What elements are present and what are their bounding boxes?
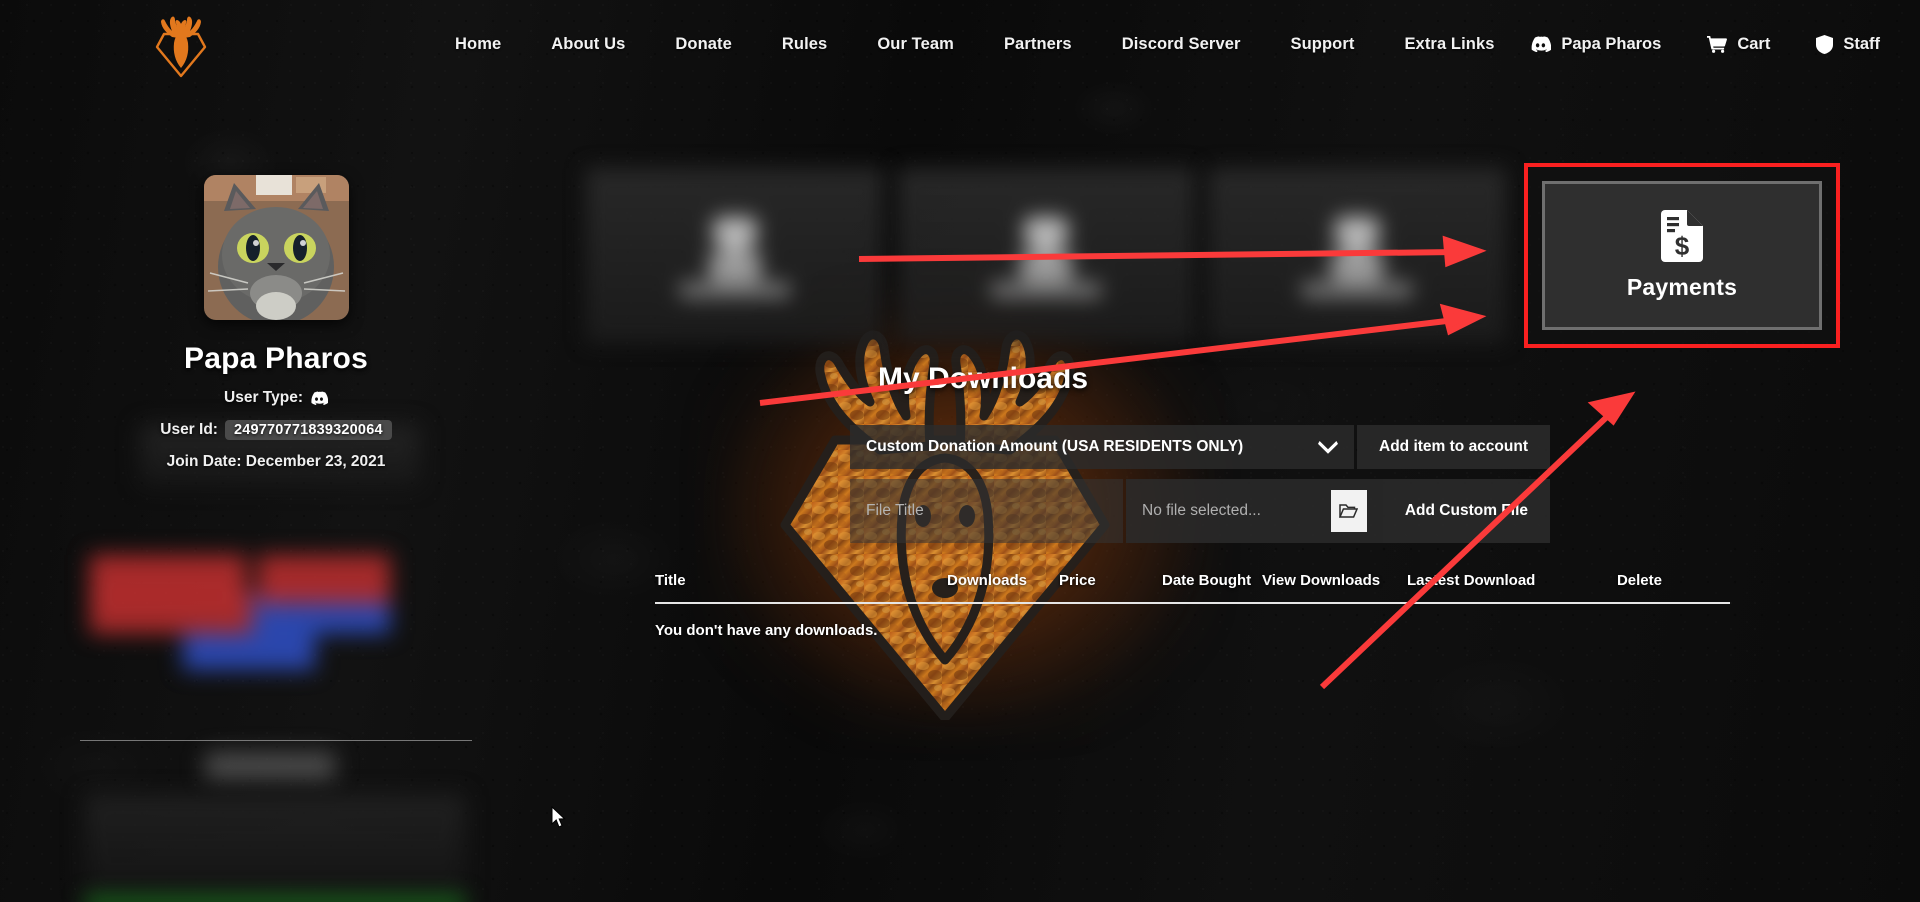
nav-link-rules[interactable]: Rules bbox=[757, 35, 852, 54]
nav-links: Home About Us Donate Rules Our Team Part… bbox=[430, 0, 1520, 88]
profile-user-type-label: User Type: bbox=[224, 389, 303, 406]
downloads-table: Title Downloads Price Date Bought View D… bbox=[655, 572, 1730, 639]
nav-link-donate[interactable]: Donate bbox=[650, 35, 757, 54]
top-navigation: Home About Us Donate Rules Our Team Part… bbox=[0, 0, 1920, 88]
nav-cart-label: Cart bbox=[1737, 34, 1771, 53]
sidebar-blurred-buttons[interactable] bbox=[90, 555, 390, 685]
file-title-placeholder: File Title bbox=[866, 502, 924, 519]
column-header-title[interactable]: Title bbox=[655, 572, 947, 589]
donation-item-select-value: Custom Donation Amount (USA RESIDENTS ON… bbox=[866, 438, 1244, 455]
nav-link-our-team[interactable]: Our Team bbox=[852, 35, 979, 54]
deer-head-logo-icon[interactable] bbox=[153, 16, 209, 78]
avatar bbox=[203, 175, 349, 320]
profile-user-type-row: User Type: bbox=[80, 389, 472, 407]
profile-user-id-row: User Id: 249770771839320064 bbox=[80, 420, 472, 440]
payments-card-label: Payments bbox=[1626, 274, 1738, 300]
svg-text:$: $ bbox=[1675, 231, 1690, 261]
mouse-cursor bbox=[551, 806, 566, 828]
column-header-date-bought[interactable]: Date Bought bbox=[1162, 572, 1262, 589]
sidebar-blurred-subheading bbox=[205, 752, 335, 780]
profile-username: Papa Pharos bbox=[184, 342, 368, 375]
page-root: Home About Us Donate Rules Our Team Part… bbox=[0, 0, 1920, 902]
column-header-price[interactable]: Price bbox=[1059, 572, 1162, 589]
file-picker-text: No file selected... bbox=[1142, 502, 1261, 519]
nav-link-support[interactable]: Support bbox=[1266, 35, 1380, 54]
nav-link-home[interactable]: Home bbox=[430, 35, 526, 54]
nav-link-discord-server[interactable]: Discord Server bbox=[1097, 35, 1266, 54]
nav-right-group: Papa Pharos Cart Staff bbox=[1530, 0, 1880, 88]
dashboard-card-blurred-2[interactable] bbox=[897, 168, 1195, 343]
downloads-table-header: Title Downloads Price Date Bought View D… bbox=[655, 572, 1730, 602]
file-dollar-icon: $ bbox=[1661, 210, 1703, 262]
payments-card[interactable]: $ Payments bbox=[1542, 181, 1822, 330]
file-picker[interactable]: No file selected... bbox=[1126, 479, 1383, 543]
custom-file-row: File Title No file selected... Add Custo… bbox=[850, 479, 1550, 543]
nav-cart[interactable]: Cart bbox=[1707, 35, 1770, 54]
dashboard-card-blurred-1[interactable] bbox=[586, 168, 884, 343]
column-header-lastest-download[interactable]: Lastest Download bbox=[1407, 572, 1582, 589]
profile-join-date: Join Date: December 23, 2021 bbox=[166, 453, 386, 470]
chevron-down-icon bbox=[1318, 440, 1339, 454]
column-header-view-downloads[interactable]: View Downloads bbox=[1262, 572, 1407, 589]
nav-user-papa-pharos[interactable]: Papa Pharos bbox=[1530, 35, 1661, 54]
cart-icon bbox=[1707, 35, 1728, 53]
sidebar-blurred-panel bbox=[85, 795, 465, 900]
file-title-input[interactable]: File Title bbox=[850, 479, 1123, 543]
table-divider bbox=[655, 602, 1730, 604]
page-title-text: My Downloads bbox=[877, 362, 1088, 395]
donation-item-select[interactable]: Custom Donation Amount (USA RESIDENTS ON… bbox=[850, 425, 1355, 469]
column-header-downloads[interactable]: Downloads bbox=[947, 572, 1059, 589]
discord-icon bbox=[310, 391, 328, 405]
nav-link-extra-links[interactable]: Extra Links bbox=[1379, 35, 1519, 54]
nav-user-label: Papa Pharos bbox=[1561, 34, 1662, 53]
downloads-form: Custom Donation Amount (USA RESIDENTS ON… bbox=[850, 425, 1550, 553]
folder-open-icon[interactable] bbox=[1330, 490, 1367, 532]
dashboard-cards bbox=[586, 168, 1506, 343]
nav-staff[interactable]: Staff bbox=[1816, 34, 1880, 54]
nav-link-partners[interactable]: Partners bbox=[979, 35, 1097, 54]
sidebar-divider bbox=[80, 740, 472, 741]
nav-link-about-us[interactable]: About Us bbox=[526, 35, 650, 54]
profile-user-id-label: User Id: bbox=[160, 421, 218, 438]
profile-user-id-value[interactable]: 249770771839320064 bbox=[224, 420, 392, 440]
column-header-delete[interactable]: Delete bbox=[1582, 572, 1662, 589]
item-select-row: Custom Donation Amount (USA RESIDENTS ON… bbox=[850, 425, 1550, 469]
sidebar-blurred-green-bar[interactable] bbox=[85, 896, 465, 902]
nav-staff-label: Staff bbox=[1843, 34, 1880, 53]
dashboard-card-blurred-3[interactable] bbox=[1208, 168, 1506, 343]
profile-sidebar: Papa Pharos User Type: User Id: 24977077… bbox=[80, 175, 472, 471]
payments-highlight-box: $ Payments bbox=[1524, 163, 1840, 348]
downloads-empty-message: You don't have any downloads. bbox=[655, 622, 878, 639]
discord-icon bbox=[1530, 36, 1552, 52]
add-item-to-account-button[interactable]: Add item to account bbox=[1357, 425, 1550, 469]
add-custom-file-button[interactable]: Add Custom File bbox=[1382, 479, 1550, 543]
shield-icon bbox=[1816, 34, 1834, 54]
